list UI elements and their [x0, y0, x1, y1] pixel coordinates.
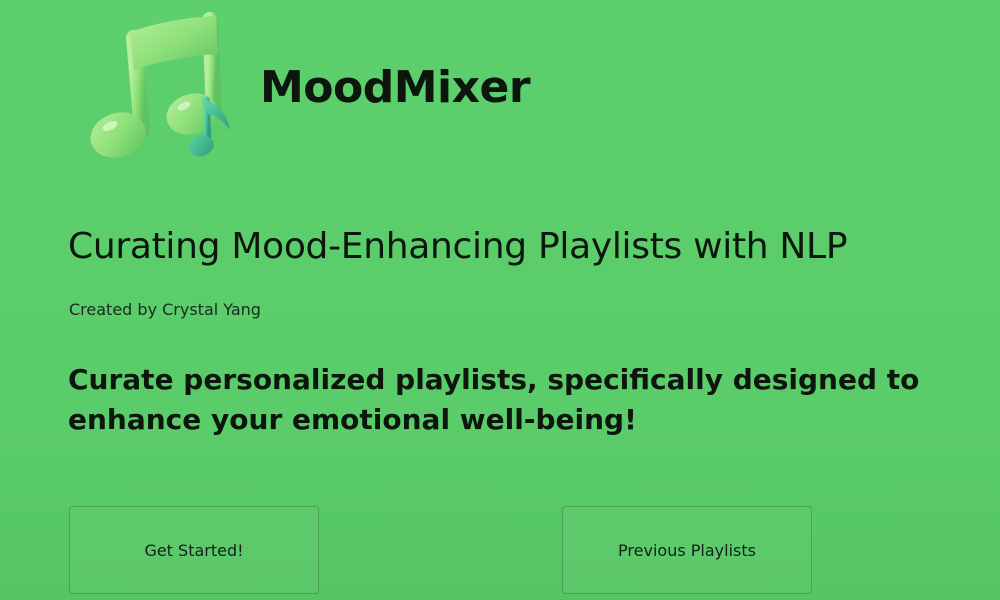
page-headline: Curating Mood-Enhancing Playlists with N…: [68, 226, 848, 267]
previous-playlists-button[interactable]: Previous Playlists: [562, 506, 812, 594]
author-byline: Created by Crystal Yang: [69, 300, 261, 319]
get-started-label: Get Started!: [144, 540, 244, 560]
previous-playlists-label: Previous Playlists: [618, 540, 756, 560]
get-started-button[interactable]: Get Started!: [69, 506, 319, 594]
music-note-icon: [80, 10, 245, 160]
tagline: Curate personalized playlists, specifica…: [68, 363, 920, 436]
app-title: MoodMixer: [260, 62, 531, 113]
